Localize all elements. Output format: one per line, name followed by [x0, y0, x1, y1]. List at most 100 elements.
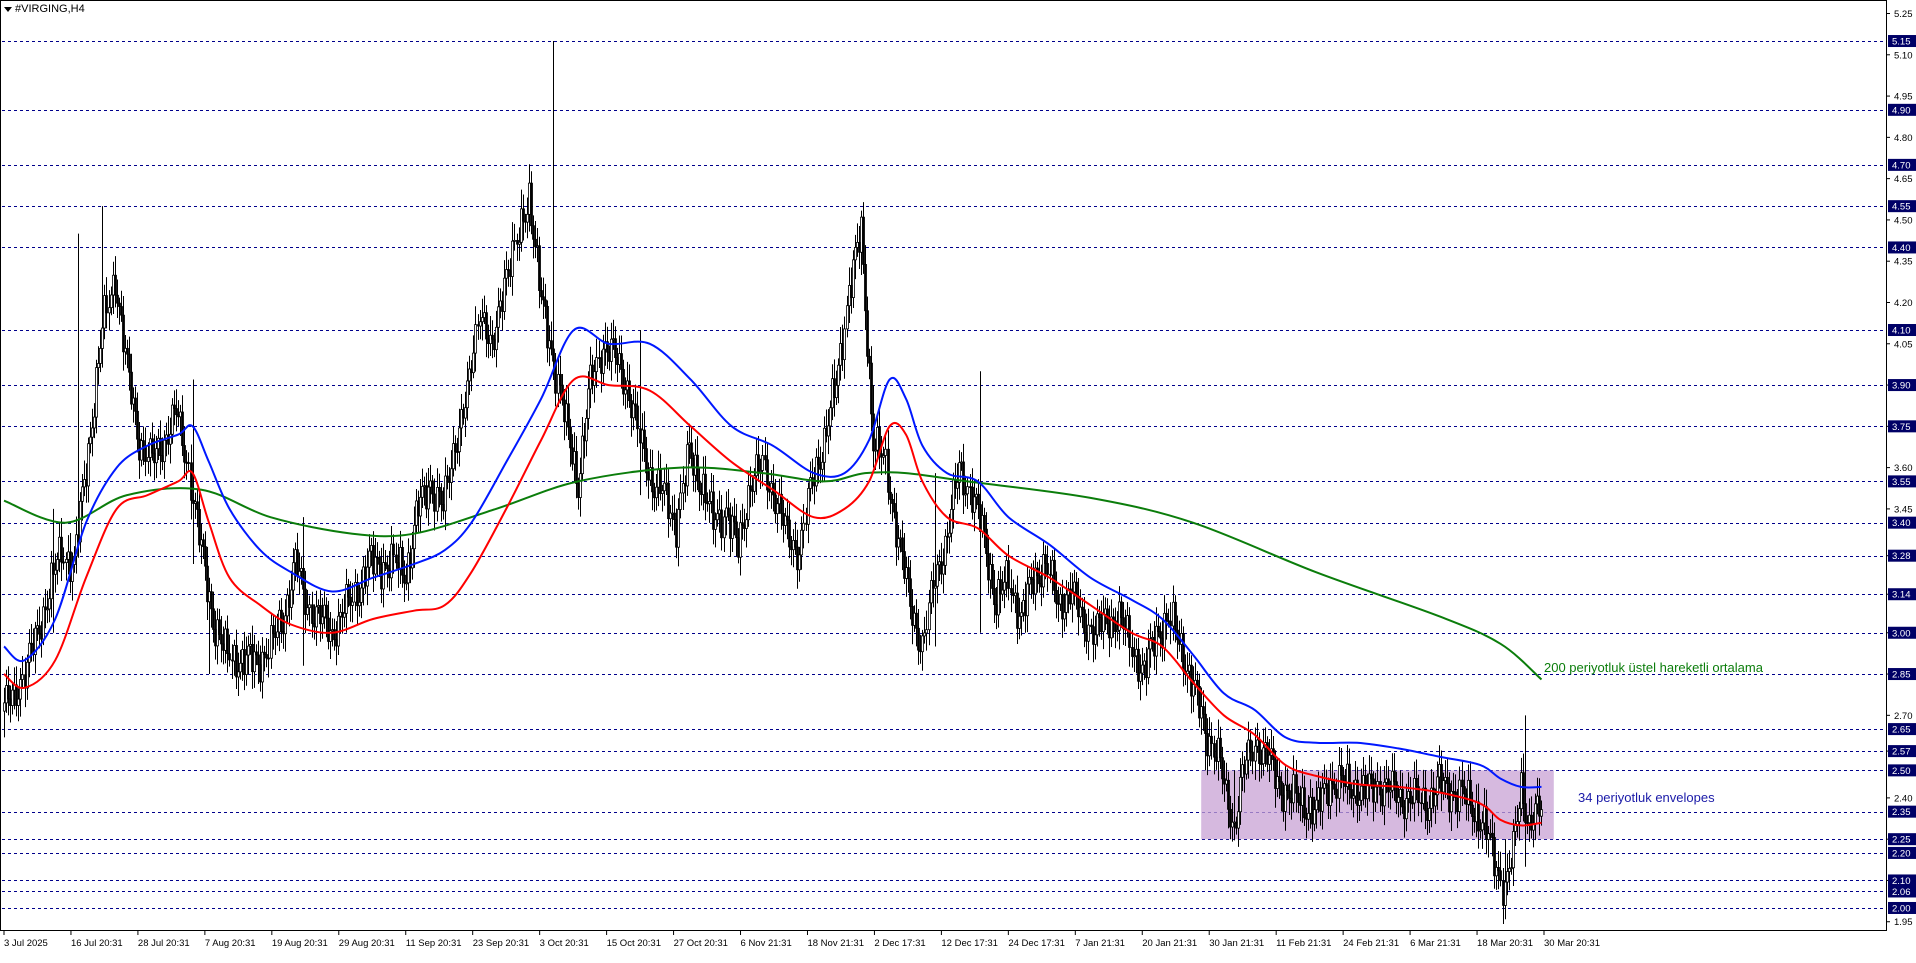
candle-body [829, 407, 832, 427]
candle-body [1254, 745, 1257, 762]
price-chart[interactable]: 5.25 5.10 4.95 4.80 4.65 4.50 4.35 4.20 4.05 3.90… [0, 0, 1916, 963]
candle-body [503, 277, 506, 312]
candle-body [1497, 867, 1500, 872]
level-label: 2.65 [1888, 723, 1916, 736]
candle-body [134, 397, 137, 412]
candle-body [454, 443, 457, 452]
candle-body [374, 556, 377, 575]
candle-body [1397, 796, 1400, 803]
candle-body [466, 380, 469, 409]
candle-body [122, 314, 125, 353]
candle-body [846, 305, 849, 330]
candle-body [1003, 581, 1006, 591]
candle-body [333, 629, 336, 641]
level-label: 2.50 [1888, 764, 1916, 777]
dropdown-triangle-icon[interactable] [4, 6, 12, 12]
candle-body [114, 274, 117, 296]
candle-body [427, 486, 430, 510]
y-tick-label: 4.35 [1894, 257, 1913, 268]
candle [1182, 626, 1185, 687]
candle-body [1504, 881, 1507, 906]
candle-body [679, 492, 682, 510]
candle-body [1147, 648, 1150, 679]
candle-body [1331, 780, 1334, 785]
candle-body [817, 456, 820, 466]
candle-body [1409, 791, 1412, 804]
candle [940, 542, 943, 585]
candle [60, 517, 63, 581]
candle-body [358, 601, 361, 607]
candle-body [973, 496, 976, 513]
candle-body [382, 562, 385, 590]
candle-body [550, 340, 553, 350]
candle [1087, 608, 1090, 661]
candle-body [1221, 757, 1224, 780]
candle-body [1313, 809, 1316, 825]
chart-canvas[interactable]: 5.25 5.10 4.95 4.80 4.65 4.50 4.35 4.20 4.05 3.90… [0, 0, 1916, 963]
x-tick-label: 11 Feb 21:31 [1276, 938, 1331, 949]
candle-body [419, 496, 422, 517]
candle-body [1469, 779, 1472, 806]
level-label-text: 4.55 [1892, 202, 1911, 213]
candle-body [544, 299, 547, 307]
candle-body [1026, 583, 1029, 617]
candle-body [807, 488, 810, 525]
candle-body [1038, 575, 1041, 585]
candle-body [284, 615, 287, 635]
candle-body [272, 625, 275, 635]
candle-body [1424, 787, 1427, 812]
candle-body [786, 515, 789, 521]
candle [1163, 595, 1166, 662]
candle [606, 326, 609, 369]
candle-body [1055, 590, 1058, 604]
candle-body [1491, 832, 1494, 838]
candle-body [1227, 779, 1230, 810]
level-label-text: 2.35 [1892, 807, 1911, 818]
candle [632, 388, 635, 431]
candle-body [747, 485, 750, 521]
candle-body [723, 516, 726, 539]
x-tick-label: 15 Oct 20:31 [607, 938, 661, 949]
candle [479, 309, 482, 340]
candle-body [569, 426, 572, 449]
candle [261, 637, 264, 699]
candle-body [1131, 647, 1134, 657]
candle [784, 507, 787, 535]
candle [436, 468, 439, 522]
candle-body [472, 352, 475, 374]
level-label: 2.25 [1888, 833, 1916, 846]
candle-body [491, 334, 494, 340]
chart-title[interactable]: #VIRGING,H4 [4, 3, 85, 15]
candle-body [745, 519, 748, 529]
candle-body [1249, 739, 1252, 753]
candle-body [60, 536, 63, 563]
candle-body [1434, 794, 1437, 807]
candle-body [245, 654, 248, 675]
candle-body [1366, 784, 1369, 800]
level-label: 4.40 [1888, 241, 1916, 254]
candle-body [1506, 871, 1509, 883]
candle-body [686, 444, 689, 487]
candle-body [620, 353, 623, 370]
candle-body [421, 486, 424, 498]
candle-body [720, 509, 723, 539]
candle-body [1393, 770, 1396, 783]
candle-body [1512, 831, 1515, 869]
candle [315, 590, 318, 646]
candle [1266, 736, 1269, 772]
candle-body [917, 627, 920, 651]
candle [667, 469, 670, 538]
candle [7, 666, 10, 716]
candle-body [1348, 763, 1351, 790]
candle [704, 455, 707, 521]
candle-body [727, 507, 730, 516]
candle-body [485, 312, 488, 340]
candle-body [343, 612, 346, 618]
candle-body [128, 353, 131, 373]
candle-body [1087, 624, 1090, 642]
candle-body [835, 385, 838, 399]
candle [270, 612, 273, 669]
candle-body [1262, 747, 1265, 765]
candle-body [126, 347, 129, 355]
y-tick-label: 3.60 [1894, 463, 1913, 474]
